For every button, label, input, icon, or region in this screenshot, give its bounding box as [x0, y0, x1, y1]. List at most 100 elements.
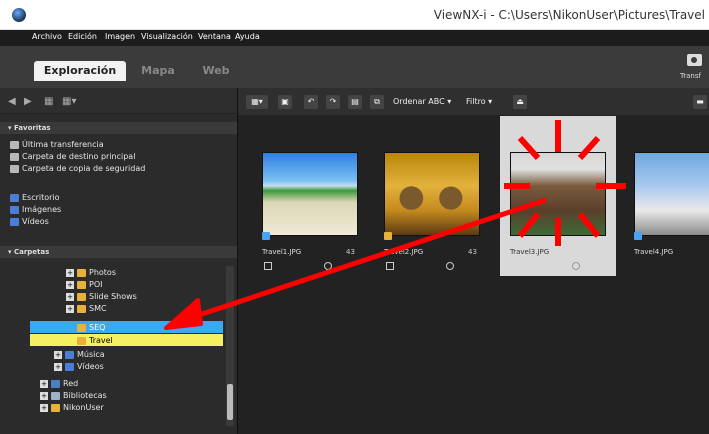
tree-item-seq[interactable]: SEQ [77, 322, 105, 333]
transfer-button[interactable]: Transf [680, 52, 709, 84]
thumbnail-travel4[interactable]: Travel4.JPG [624, 116, 709, 276]
copy-icon[interactable]: ▤ [348, 95, 362, 109]
eject-icon[interactable]: ⏏ [513, 95, 527, 109]
menu-ayuda[interactable]: Ayuda [235, 32, 260, 41]
tree-item-red[interactable]: + Red [40, 378, 78, 389]
expand-icon[interactable]: + [66, 268, 74, 277]
tree-label: Vídeos [77, 362, 104, 371]
expand-icon[interactable]: + [40, 391, 48, 400]
rotate-left-icon[interactable]: ↶ [304, 95, 318, 109]
fav-escritorio[interactable]: Escritorio [10, 192, 60, 203]
transfer-label: Transf [680, 72, 701, 80]
desktop-icon [10, 193, 19, 202]
tree-label: Bibliotecas [63, 391, 107, 400]
folder-icon [77, 280, 86, 289]
tree-label: NikonUser [63, 403, 104, 412]
scrollbar-thumb[interactable] [227, 384, 233, 420]
expand-icon[interactable]: + [66, 292, 74, 301]
thumbnail-filename: Travel1.JPG [262, 248, 302, 256]
forward-icon[interactable]: ▶ [24, 96, 32, 107]
menu-imagen[interactable]: Imagen [105, 32, 135, 41]
tree-label: Slide Shows [89, 292, 137, 301]
expand-icon[interactable]: + [54, 362, 62, 371]
camera-folder-icon [10, 152, 19, 161]
thumbnail-toolbar: ▦▾ ▣ ↶ ↷ ▤ ⧉ Ordenar ABC ▾ Filtro ▾ ⏏ ▬ [238, 88, 709, 116]
tree-item-videos[interactable]: + Vídeos [54, 361, 104, 372]
favorites-header-label: Favoritas [13, 124, 51, 132]
thumbnail-travel1[interactable]: Travel1.JPG 43 [252, 116, 368, 276]
expand-icon[interactable]: + [40, 403, 48, 412]
folders-header[interactable]: ▾ Carpetas [0, 246, 237, 258]
user-folder-icon [51, 403, 60, 412]
folder-icon [77, 336, 86, 345]
location-icon [324, 262, 332, 270]
thumbnail-travel3[interactable]: Travel3.JPG [500, 116, 616, 276]
film-icon [386, 262, 394, 270]
tree-scrollbar[interactable] [226, 266, 234, 426]
fav-label: Imágenes [22, 205, 62, 214]
tab-web[interactable]: Web [196, 61, 236, 81]
tree-item-musica[interactable]: + Música [54, 349, 105, 360]
tree-item-poi[interactable]: + POI [66, 279, 102, 290]
thumbnail-filename: Travel3.JPG [510, 248, 550, 256]
libraries-icon [51, 391, 60, 400]
view-icon[interactable]: ▦ [44, 96, 53, 107]
photo-tower [634, 152, 709, 236]
expand-icon[interactable]: + [66, 280, 74, 289]
tree-item-nikonuser[interactable]: + NikonUser [40, 402, 104, 413]
folder-icon [77, 323, 86, 332]
thumbnail-filename: Travel4.JPG [634, 248, 674, 256]
menu-edicion[interactable]: Edición [68, 32, 97, 41]
folder-badge-icon [384, 232, 392, 240]
tab-exploracion[interactable]: Exploración [34, 61, 126, 81]
expand-icon[interactable]: + [66, 304, 74, 313]
tree-item-bibliotecas[interactable]: + Bibliotecas [40, 390, 107, 401]
camera-folder-icon [10, 140, 19, 149]
menu-visualizacion[interactable]: Visualización [141, 32, 193, 41]
camera-folder-icon [10, 164, 19, 173]
menu-ventana[interactable]: Ventana [198, 32, 231, 41]
favorites-header[interactable]: ▾ Favoritas [0, 122, 237, 134]
photo-wooden-temple [510, 152, 606, 236]
panel-toggle-icon[interactable]: ▬ [693, 95, 707, 109]
fav-ultima-transferencia[interactable]: Última transferencia [10, 139, 104, 150]
filter-dropdown[interactable]: Filtro ▾ [466, 95, 492, 109]
expand-icon[interactable]: + [40, 379, 48, 388]
videos-folder-icon [65, 362, 74, 371]
fav-imagenes[interactable]: Imágenes [10, 204, 61, 215]
app-icon [12, 8, 26, 22]
fav-label: Carpeta de copia de seguridad [22, 164, 146, 173]
back-icon[interactable]: ◀ [8, 96, 16, 107]
thumbnail-filename: Travel2.JPG [384, 248, 424, 256]
fav-label: Última transferencia [22, 140, 104, 149]
left-nav-bar: ◀ ▶ ▦ ▦▾ [0, 88, 237, 114]
music-folder-icon [65, 350, 74, 359]
fav-carpeta-destino[interactable]: Carpeta de destino principal [10, 151, 135, 162]
sort-dropdown[interactable]: Ordenar ABC ▾ [393, 95, 451, 109]
fav-videos[interactable]: Vídeos [10, 216, 49, 227]
folders-header-label: Carpetas [13, 248, 50, 256]
tree-item-slide-shows[interactable]: + Slide Shows [66, 291, 137, 302]
fav-label: Vídeos [22, 217, 49, 226]
tab-mapa[interactable]: Mapa [138, 61, 178, 81]
link-icon[interactable]: ⧉ [370, 95, 384, 109]
viewer-button[interactable]: ▣ [278, 95, 292, 109]
tree-label: Photos [89, 268, 116, 277]
photo-beach [262, 152, 358, 236]
tree-item-photos[interactable]: + Photos [66, 267, 116, 278]
folder-icon [77, 268, 86, 277]
tree-item-smc[interactable]: + SMC [66, 303, 107, 314]
tree-label: Travel [89, 336, 113, 345]
thumbnail-travel2[interactable]: Travel2.JPG 43 [374, 116, 490, 276]
menu-archivo[interactable]: Archivo [32, 32, 62, 41]
expand-icon[interactable]: + [54, 350, 62, 359]
fav-label: Escritorio [22, 193, 60, 202]
fav-carpeta-copia[interactable]: Carpeta de copia de seguridad [10, 163, 145, 174]
grid-view-button[interactable]: ▦▾ [246, 95, 268, 109]
rotate-right-icon[interactable]: ↷ [326, 95, 340, 109]
view-menu-icon[interactable]: ▦▾ [62, 96, 76, 107]
tree-item-travel[interactable]: Travel [77, 335, 113, 346]
highlighted-row-travel [30, 334, 223, 346]
tree-label: SMC [89, 304, 107, 313]
tree-label: SEQ [89, 323, 106, 332]
